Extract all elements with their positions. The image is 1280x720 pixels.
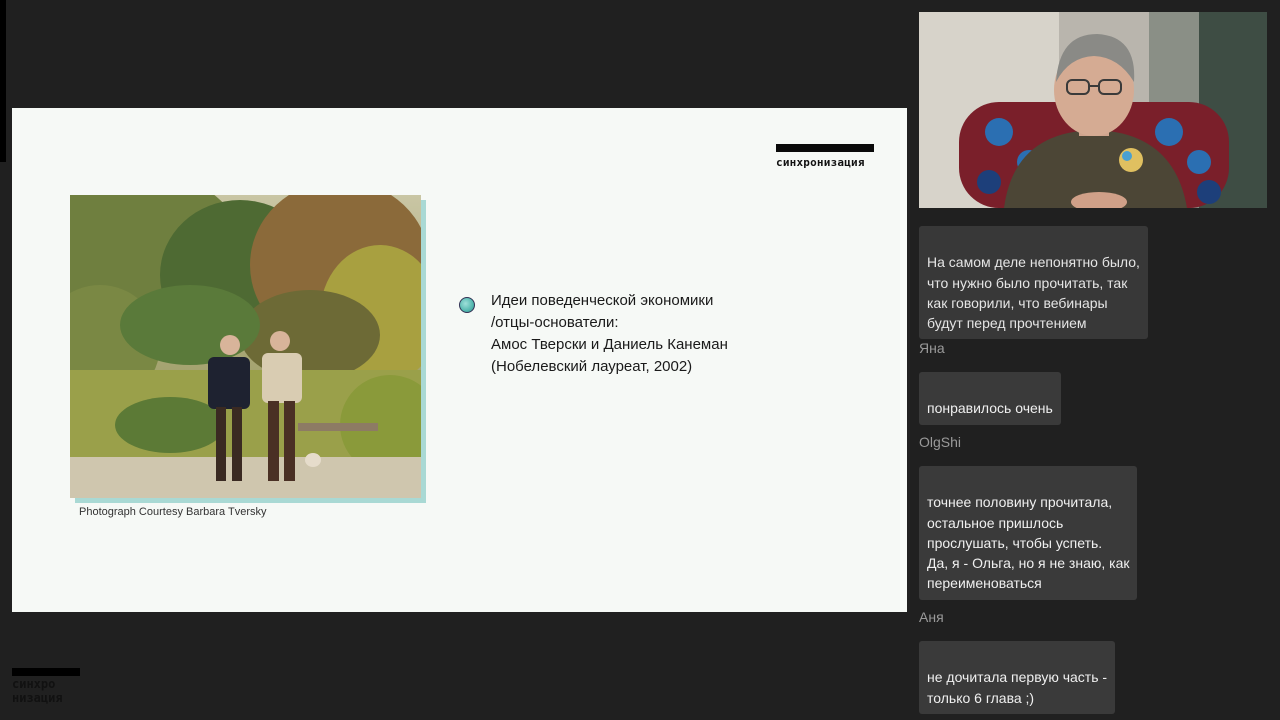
chat-message-text: не дочитала первую часть - только 6 глав… <box>927 669 1108 706</box>
watermark-bar <box>12 668 80 676</box>
slide-photo <box>70 195 426 503</box>
chat-message-text: понравилось очень <box>927 400 1053 417</box>
chat-message: На самом деле непонятно было, что нужно … <box>919 226 1148 340</box>
chat-message: точнее половину прочитала, остальное при… <box>919 466 1138 600</box>
left-edge-strip <box>0 0 6 162</box>
photo-image <box>70 195 421 498</box>
chat-author: OlgShi <box>919 434 962 450</box>
chat-message: понравилось очень <box>919 372 1061 425</box>
chat-author: Яна <box>919 340 945 356</box>
chat-panel[interactable]: На самом деле непонятно было, что нужно … <box>919 226 1269 720</box>
presenter-video[interactable] <box>919 12 1267 208</box>
watermark-line-2: низация <box>12 691 63 705</box>
chat-author: Аня <box>919 609 944 625</box>
chat-message-text: точнее половину прочитала, остальное при… <box>927 494 1130 592</box>
photo-caption: Photograph Courtesy Barbara Tversky <box>79 506 267 518</box>
bullet-icon <box>459 297 475 313</box>
chat-message: не дочитала первую часть - только 6 глав… <box>919 641 1116 714</box>
brand-text: синхронизация <box>776 156 865 169</box>
bullet-text: Идеи поведенческой экономики /отцы-основ… <box>491 292 728 375</box>
chat-message-text: На самом деле непонятно было, что нужно … <box>927 254 1140 332</box>
watermark-logo: синхро низация <box>12 668 80 704</box>
brand-bar <box>776 144 874 152</box>
slide-brand-logo: синхронизация <box>776 144 874 169</box>
shared-slide: синхронизация Photograph Courtesy Barbar… <box>12 108 907 612</box>
watermark-line-1: синхро <box>12 677 56 691</box>
